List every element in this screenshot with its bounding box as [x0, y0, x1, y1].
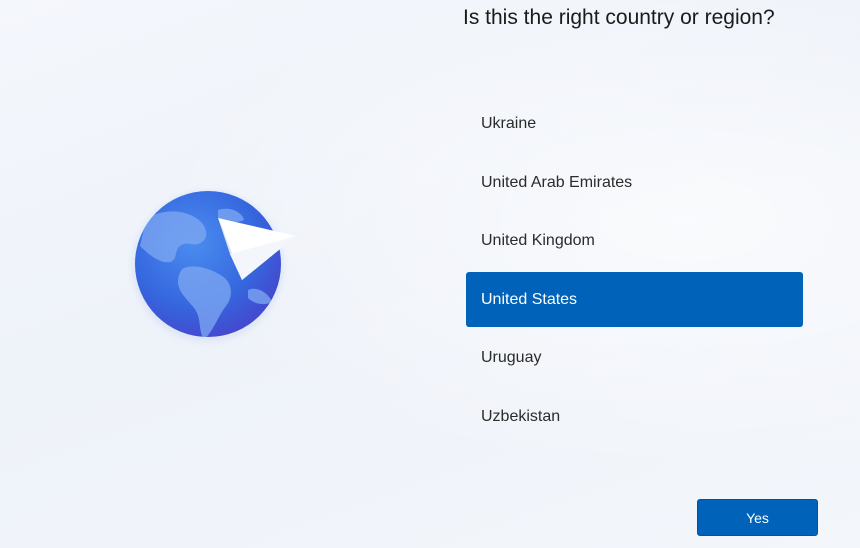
country-item-ukraine[interactable]: Ukraine: [466, 96, 803, 151]
globe-with-paper-plane-icon: [132, 190, 296, 342]
globe-illustration: [118, 180, 308, 350]
country-item-uzbekistan[interactable]: Uzbekistan: [466, 389, 803, 444]
country-item-united-kingdom[interactable]: United Kingdom: [466, 213, 803, 268]
country-list[interactable]: Ukraine United Arab Emirates United King…: [466, 96, 803, 447]
yes-button[interactable]: Yes: [697, 499, 818, 536]
country-item-uruguay[interactable]: Uruguay: [466, 330, 803, 385]
country-item-united-states[interactable]: United States: [466, 271, 803, 327]
country-item-united-arab-emirates[interactable]: United Arab Emirates: [466, 155, 803, 210]
page-title: Is this the right country or region?: [463, 6, 775, 29]
